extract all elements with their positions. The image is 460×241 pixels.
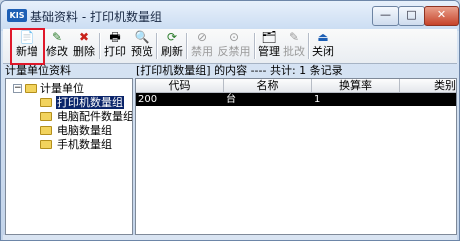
column-header-rate[interactable]: 换算率 [312,79,400,93]
folder-icon [40,140,52,149]
batch-edit-button[interactable]: ✎ 批改 [281,30,307,61]
folder-icon [40,112,52,121]
edit-pencil-icon: ✎ [51,30,63,44]
tree-item-phone-group[interactable]: 手机数量组 [57,138,112,151]
delete-button[interactable]: ✖ 删除 [70,30,98,61]
batch-edit-icon: ✎ [288,30,300,44]
disable-icon: ⊘ [196,30,208,44]
enable-button[interactable]: ⊙ 反禁用 [215,30,253,61]
title-bar: KIS 基础资料 - 打印机数量组 — □ ✕ [1,1,459,31]
tree-expander[interactable]: − [13,84,22,93]
status-bar [3,235,457,240]
cell-code: 200 [138,94,158,105]
edit-button-label: 修改 [46,45,68,58]
disable-button[interactable]: ⊘ 禁用 [188,30,216,61]
table-row[interactable]: 200 台 1 [136,93,456,106]
kis-app-icon: KIS [7,9,27,22]
folder-icon [25,84,37,93]
refresh-button-label: 刷新 [161,45,183,58]
unit-tree-title: 计量单位资料 [5,64,71,77]
tree-item-label: 打印机数量组 [56,96,124,109]
close-window-button[interactable]: ✕ [424,6,459,26]
delete-button-label: 删除 [73,45,95,58]
records-table: 代码 名称 换算率 类别 200 台 1 [135,78,457,235]
tree-item-printer-group[interactable]: 打印机数量组 [56,96,124,109]
manage-button-label: 管理 [258,45,280,58]
unit-tree: − 计量单位 打印机数量组 电脑配件数量组 电脑数量组 手机数量组 [5,78,133,235]
cell-category [400,93,402,106]
column-header-name[interactable]: 名称 [224,79,312,93]
column-header-category[interactable]: 类别 [400,79,456,93]
delete-x-icon: ✖ [78,30,90,44]
window-title: 基础资料 - 打印机数量组 [30,10,162,24]
toolbar: 📄 新增 ✎ 修改 ✖ 删除 🖶 打印 🔍 预览 ⟳ 刷新 ⊘ 禁用 ⊙ 反禁用… [3,29,457,64]
disable-button-label: 禁用 [191,45,213,58]
print-button-label: 打印 [104,45,126,58]
maximize-button[interactable]: □ [398,6,425,26]
close-door-icon: ⏏ [317,30,329,44]
folder-icon [40,98,52,107]
cell-rate: 1 [314,94,321,105]
edit-button[interactable]: ✎ 修改 [43,30,71,61]
new-button-label: 新增 [16,45,38,58]
app-window: KIS 基础资料 - 打印机数量组 — □ ✕ 📄 新增 ✎ 修改 ✖ 删除 🖶… [0,0,460,241]
preview-button[interactable]: 🔍 预览 [128,30,156,61]
tree-item-pc-group[interactable]: 电脑数量组 [57,124,112,137]
preview-button-label: 预览 [131,45,153,58]
manage-icon: 🗂 [261,30,277,44]
tree-item-pc-parts-group[interactable]: 电脑配件数量组 [57,110,132,123]
folder-icon [40,126,52,135]
new-document-icon: 📄 [19,30,35,44]
column-header-code[interactable]: 代码 [136,79,224,93]
manage-button[interactable]: 🗂 管理 [256,30,282,61]
refresh-button[interactable]: ⟳ 刷新 [158,30,186,61]
enable-button-label: 反禁用 [217,45,251,58]
refresh-icon: ⟳ [166,30,178,44]
enable-icon: ⊙ [228,30,240,44]
cell-name: 台 [226,94,236,105]
print-button[interactable]: 🖶 打印 [101,30,129,61]
new-button[interactable]: 📄 新增 [11,30,43,61]
close-button[interactable]: ⏏ 关闭 [310,30,336,61]
minimize-button[interactable]: — [372,6,399,26]
batch-edit-button-label: 批改 [283,45,305,58]
printer-icon: 🖶 [109,30,121,44]
preview-icon: 🔍 [134,30,150,44]
close-button-label: 关闭 [312,45,334,58]
content-title: [打印机数量组] 的内容 ---- 共计: 1 条记录 [136,64,343,77]
tree-root[interactable]: 计量单位 [40,82,84,95]
